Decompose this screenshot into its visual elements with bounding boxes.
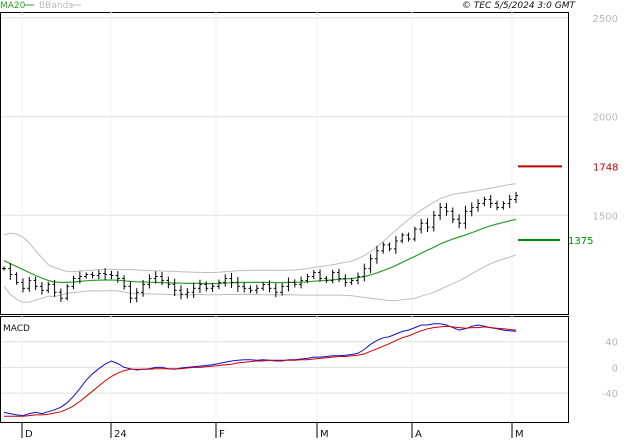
- date-axis: D 24 F M A M: [21, 422, 524, 440]
- price-tick-label: 2500: [593, 14, 618, 25]
- macd-axis-labels: 40 0 -40: [602, 338, 618, 400]
- macd-tick-label: 0: [612, 363, 618, 374]
- macd-panel-frame: [0, 316, 569, 423]
- price-panel-frame: [0, 12, 569, 315]
- date-tick-label: M: [320, 429, 329, 440]
- date-tick-label: F: [219, 429, 225, 440]
- date-tick-label: D: [25, 429, 33, 440]
- price-chart: 1748 1375 2500 2000 1500 40 0 -40 D 24 F M A M MA2…: [0, 1, 618, 440]
- date-tick-label: 24: [114, 429, 127, 440]
- resistance-label: 1748: [593, 162, 618, 173]
- bbands-legend-label: BBands: [39, 1, 73, 11]
- macd-panel-label: MACD: [3, 324, 30, 334]
- macd-tick-label: -40: [602, 389, 618, 400]
- copyright-timestamp: © TEC 5/5/2024 3:0 GMT: [462, 1, 577, 11]
- support-label: 1375: [568, 236, 593, 247]
- date-tick-label: A: [415, 429, 422, 440]
- date-tick-label: M: [515, 429, 524, 440]
- price-axis-labels: 2500 2000 1500: [593, 14, 618, 222]
- ma20-legend-label: MA20: [0, 1, 26, 11]
- price-tick-label: 1500: [593, 211, 618, 222]
- price-tick-label: 2000: [593, 113, 618, 124]
- macd-tick-label: 40: [605, 338, 618, 349]
